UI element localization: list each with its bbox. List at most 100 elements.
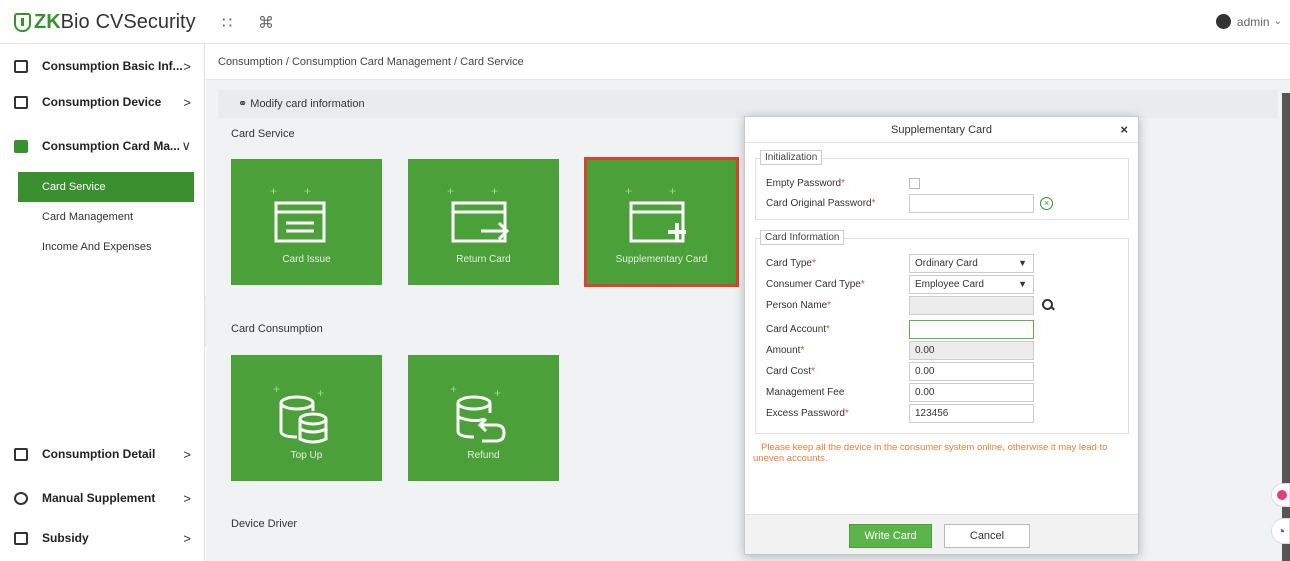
- excess-password-input[interactable]: 123456: [909, 403, 1034, 423]
- supplementary-card-icon: + +: [625, 185, 686, 243]
- initialization-group: Initialization Empty Password* Card Orig…: [755, 150, 1129, 220]
- command-icon[interactable]: ⌘: [258, 13, 274, 33]
- tag-icon: ⚭: [238, 98, 248, 110]
- tile-label: Top Up: [290, 450, 323, 461]
- section-card-consumption: Card Consumption: [231, 323, 323, 335]
- card-type-select[interactable]: Ordinary Card ▼: [909, 253, 1034, 273]
- top-bar: ZK Bio CVSecurity ∷ ⌘ admin ⌄: [0, 0, 1290, 44]
- sidebar-item-manual-supplement[interactable]: Manual Supplement >: [0, 480, 205, 516]
- svg-text:+: +: [304, 185, 311, 198]
- card-account-row: Card Account*: [766, 319, 1034, 339]
- modify-card-info-label: Modify card information: [250, 98, 365, 110]
- section-device-driver: Device Driver: [231, 518, 298, 530]
- card-issue-icon: + +: [270, 185, 326, 243]
- sidebar-item-subsidy[interactable]: Subsidy >: [0, 520, 205, 556]
- app-logo[interactable]: ZK Bio CVSecurity: [14, 9, 196, 35]
- svg-text:+: +: [273, 383, 280, 396]
- chevron-right-icon: >: [183, 58, 191, 74]
- field-label: Consumer Card Type*: [766, 278, 865, 290]
- card-information-legend: Card Information: [760, 230, 845, 245]
- svg-text:+: +: [450, 383, 457, 396]
- sidebar-item-consumption-basic-info[interactable]: Consumption Basic Inf... >: [0, 48, 205, 84]
- user-group-icon: [14, 491, 28, 505]
- chevron-right-icon: >: [183, 530, 191, 546]
- caret-down-icon: ▼: [1018, 258, 1027, 268]
- logo-shield-icon: [14, 12, 31, 32]
- card-original-password-input[interactable]: [909, 193, 1034, 213]
- device-icon: [14, 95, 28, 109]
- card-original-password-row: Card Original Password* ×: [766, 193, 1053, 213]
- tile-label: Return Card: [456, 254, 511, 265]
- chevron-down-icon: ⌄: [1273, 16, 1282, 27]
- sidebar-item-label: Consumption Detail: [42, 447, 156, 461]
- tile-top-up[interactable]: + + Top Up: [231, 355, 382, 481]
- sidebar-item-consumption-detail[interactable]: Consumption Detail >: [0, 436, 205, 472]
- tile-label: Supplementary Card: [615, 254, 708, 265]
- chevron-right-icon: >: [183, 446, 191, 462]
- logo-name: CVSecurity: [95, 10, 196, 33]
- logo-bio: Bio: [60, 10, 90, 33]
- sidebar-item-consumption-card-management[interactable]: Consumption Card Ma... ∨: [0, 128, 205, 164]
- svg-text:+: +: [447, 185, 454, 198]
- cancel-button[interactable]: Cancel: [944, 524, 1030, 548]
- amount-input: 0.00: [909, 340, 1034, 360]
- grid-icon[interactable]: ∷: [222, 13, 232, 33]
- field-label: Management Fee: [766, 386, 845, 398]
- logo-zk: ZK: [34, 10, 61, 33]
- floating-chat-icon[interactable]: ◔: [1271, 518, 1290, 544]
- dialog-header: Supplementary Card ×: [745, 117, 1138, 143]
- empty-password-row: Empty Password*: [766, 173, 920, 193]
- chevron-down-icon: ∨: [181, 138, 191, 153]
- sidebar-subitem-income-and-expenses[interactable]: Income And Expenses: [18, 232, 194, 262]
- field-label: Card Original Password*: [766, 197, 876, 209]
- dialog-title: Supplementary Card: [891, 124, 992, 136]
- initialization-legend: Initialization: [760, 150, 823, 165]
- user-name: admin: [1236, 14, 1270, 29]
- supplementary-card-dialog: Supplementary Card × Initialization Empt…: [744, 116, 1139, 555]
- field-label: Amount*: [766, 344, 805, 356]
- user-menu[interactable]: admin ⌄: [1215, 14, 1282, 29]
- svg-text:+: +: [669, 185, 676, 198]
- section-card-service: Card Service: [231, 128, 295, 140]
- tile-label: Card Issue: [282, 254, 331, 265]
- empty-password-checkbox[interactable]: [909, 177, 920, 189]
- sidebar-subitem-card-management[interactable]: Card Management: [18, 202, 194, 232]
- card-account-input[interactable]: [909, 319, 1034, 339]
- field-label: Card Cost*: [766, 365, 815, 377]
- tile-supplementary-card[interactable]: + + Supplementary Card: [584, 157, 739, 287]
- tile-refund[interactable]: + + Refund: [408, 355, 559, 481]
- sidebar: Consumption Basic Inf... > Consumption D…: [0, 44, 205, 561]
- sidebar-subitem-card-service[interactable]: Card Service: [18, 172, 194, 202]
- consumer-card-type-select[interactable]: Employee Card ▼: [909, 274, 1034, 294]
- detail-icon: [14, 447, 28, 461]
- breadcrumb: Consumption / Consumption Card Managemen…: [206, 44, 1290, 80]
- search-icon[interactable]: [1042, 299, 1054, 311]
- sidebar-item-consumption-device[interactable]: Consumption Device >: [0, 84, 205, 120]
- tile-return-card[interactable]: + + Return Card: [408, 159, 559, 285]
- tile-label: Refund: [467, 450, 500, 461]
- subsidy-icon: [14, 531, 28, 545]
- caret-down-icon: ▼: [1018, 279, 1027, 289]
- field-label: Excess Password*: [766, 407, 849, 419]
- consumer-card-type-row: Consumer Card Type* Employee Card ▼: [766, 274, 1034, 294]
- management-fee-input[interactable]: 0.00: [909, 382, 1034, 402]
- field-label: Person Name*: [766, 299, 832, 311]
- window-icon: [14, 59, 28, 73]
- field-label: Card Type*: [766, 257, 816, 269]
- clear-icon[interactable]: ×: [1040, 196, 1053, 210]
- field-label: Card Account*: [766, 323, 830, 335]
- tile-card-issue[interactable]: + + Card Issue: [231, 159, 382, 285]
- chevron-right-icon: >: [183, 490, 191, 506]
- floating-helper-icon[interactable]: [1271, 483, 1290, 507]
- close-icon[interactable]: ×: [1120, 117, 1128, 143]
- sidebar-item-label: Consumption Card Ma...: [42, 139, 180, 153]
- modify-card-info-button[interactable]: ⚭ Modify card information: [218, 90, 1278, 118]
- sidebar-item-label: Subsidy: [42, 531, 89, 545]
- chevron-right-icon: >: [183, 94, 191, 110]
- card-cost-input[interactable]: 0.00: [909, 361, 1034, 381]
- write-card-button[interactable]: Write Card: [849, 524, 932, 548]
- person-name-input[interactable]: [909, 295, 1034, 315]
- dialog-footer: Write Card Cancel: [745, 514, 1138, 554]
- svg-text:+: +: [625, 185, 632, 198]
- sidebar-item-label: Consumption Device: [42, 95, 162, 109]
